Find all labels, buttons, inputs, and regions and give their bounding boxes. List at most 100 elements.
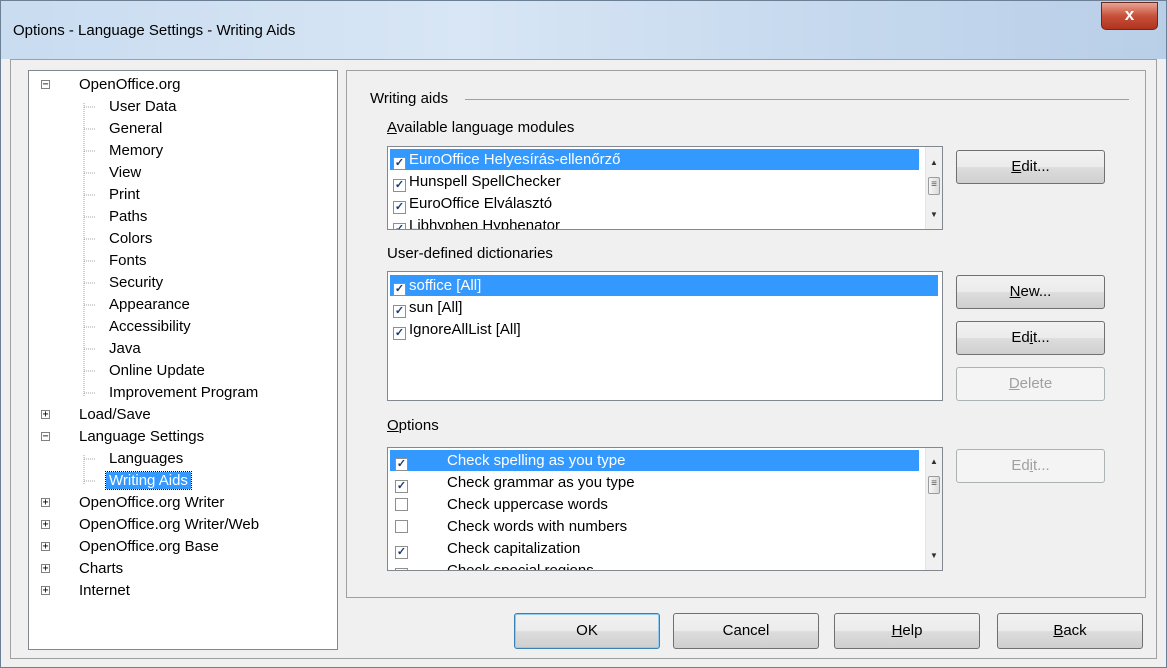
checkbox[interactable]: ✓ <box>393 179 406 192</box>
modules-label: Available language modules <box>387 119 575 136</box>
list-item[interactable]: Check uppercase words <box>390 494 608 515</box>
tree-item-label: Fonts <box>109 252 147 269</box>
expand-icon[interactable]: + <box>41 542 50 552</box>
new-dictionary-button[interactable]: New... <box>956 275 1105 309</box>
checkbox[interactable]: ✓ <box>395 458 408 471</box>
tree-item-user-data[interactable]: User Data <box>109 96 177 118</box>
tree-item-security[interactable]: Security <box>109 272 163 294</box>
list-item[interactable]: ✓Check special regions <box>390 560 594 570</box>
list-item[interactable]: ✓ soffice [All] <box>390 275 938 296</box>
checkbox[interactable]: ✓ <box>393 201 406 214</box>
tree-item-label: Security <box>109 274 164 291</box>
checkbox[interactable]: ✓ <box>393 305 406 318</box>
tree-item-memory[interactable]: Memory <box>109 140 163 162</box>
tree-item-label: Internet <box>79 582 130 599</box>
tree-item-appearance[interactable]: Appearance <box>109 294 190 316</box>
scroll-up-icon[interactable]: ▲ <box>926 155 942 171</box>
tree-item-label: Appearance <box>109 296 190 313</box>
tree-item-label: User Data <box>109 98 177 115</box>
scroll-up-icon[interactable]: ▲ <box>926 454 942 470</box>
checkbox[interactable]: ✓ <box>393 327 406 340</box>
expand-icon[interactable]: + <box>41 564 50 574</box>
expand-icon[interactable]: + <box>41 586 50 596</box>
ok-button[interactable]: OK <box>514 613 660 649</box>
delete-dictionary-button[interactable]: Delete <box>956 367 1105 401</box>
window-title: Options - Language Settings - Writing Ai… <box>13 22 296 39</box>
tree-item-label: OpenOffice.org Writer/Web <box>79 516 260 533</box>
options-scrollbar[interactable]: ▲ ≡ ▼ <box>925 448 942 570</box>
modules-edit-button[interactable]: Edit... <box>956 150 1105 184</box>
tree-item-accessibility[interactable]: Accessibility <box>109 316 191 338</box>
tree-item-languages[interactable]: Languages <box>109 448 183 470</box>
scroll-down-icon[interactable]: ▼ <box>926 548 942 564</box>
tree-item-label: Languages <box>109 450 184 467</box>
collapse-icon[interactable]: − <box>41 80 50 90</box>
checkbox[interactable] <box>395 520 408 533</box>
options-label: Options <box>387 417 439 434</box>
title-bar[interactable]: Options - Language Settings - Writing Ai… <box>1 1 1166 59</box>
tree-item-label: Writing Aids <box>105 471 192 490</box>
tree-item-java[interactable]: Java <box>109 338 141 360</box>
tree-item-general[interactable]: General <box>109 118 162 140</box>
edit-dictionary-button[interactable]: Edit... <box>956 321 1105 355</box>
checkbox[interactable] <box>395 498 408 511</box>
list-item[interactable]: ✓ Check grammar as you type <box>390 472 635 493</box>
list-item[interactable]: Check words with numbers <box>390 516 627 537</box>
list-item[interactable]: ✓ EuroOffice Elválasztó <box>390 193 552 214</box>
collapse-icon[interactable]: − <box>41 432 50 442</box>
tree-item-label: Improvement Program <box>109 384 259 401</box>
checkbox[interactable]: ✓ <box>395 480 408 493</box>
tree-item-label: Charts <box>79 560 124 577</box>
cancel-button[interactable]: Cancel <box>673 613 819 649</box>
tree-item-label: Online Update <box>109 362 205 379</box>
tree-item-writing-aids[interactable]: Writing Aids <box>105 470 192 492</box>
tree-item-online-update[interactable]: Online Update <box>109 360 205 382</box>
tree-item-view[interactable]: View <box>109 162 141 184</box>
help-button[interactable]: Help <box>834 613 980 649</box>
checkbox[interactable]: ✓ <box>395 568 408 570</box>
list-item[interactable]: ✓ Check spelling as you type <box>390 450 919 471</box>
dictionaries-list[interactable]: ✓ soffice [All] ✓ sun [All] ✓ IgnoreAllList… <box>387 271 943 401</box>
list-item[interactable]: ✓ sun [All] <box>390 297 462 318</box>
dictionaries-label: User-defined dictionaries <box>387 245 553 262</box>
checkbox[interactable]: ✓ <box>393 223 406 229</box>
tree-item-label: OpenOffice.org Writer <box>79 494 225 511</box>
tree-item-label: View <box>109 164 142 181</box>
tree-item-label: General <box>109 120 163 137</box>
tree-item-improvement-program[interactable]: Improvement Program <box>109 382 258 404</box>
modules-scrollbar[interactable]: ▲ ≡ ▼ <box>925 147 942 229</box>
tree-item-paths[interactable]: Paths <box>109 206 147 228</box>
list-item[interactable]: ✓ IgnoreAllList [All] <box>390 319 521 340</box>
list-item[interactable]: ✓ Check capitalization <box>390 538 580 559</box>
options-tree[interactable]: − OpenOffice.org User Data General Memory… <box>28 70 338 650</box>
expand-icon[interactable]: + <box>41 520 50 530</box>
scroll-down-icon[interactable]: ▼ <box>926 207 942 223</box>
tree-item-label: Language Settings <box>79 428 205 445</box>
tree-item-print[interactable]: Print <box>109 184 140 206</box>
checkbox[interactable]: ✓ <box>395 546 408 559</box>
group-divider <box>465 99 1129 100</box>
tree-item-label: Print <box>109 186 140 203</box>
tree-item-label: OpenOffice.org <box>79 76 181 93</box>
list-item[interactable]: ✓ Hunspell SpellChecker <box>390 171 561 192</box>
list-item[interactable]: ✓ Libhyphen Hyphenator <box>390 215 560 229</box>
tree-item-label: Colors <box>109 230 153 247</box>
options-dialog: Options - Language Settings - Writing Ai… <box>0 0 1167 668</box>
close-icon: x <box>1124 5 1135 24</box>
expand-icon[interactable]: + <box>41 410 50 420</box>
checkbox[interactable]: ✓ <box>393 283 406 296</box>
options-list[interactable]: ✓ Check spelling as you type ✓ Check gramm… <box>387 447 943 571</box>
scroll-thumb[interactable]: ≡ <box>928 476 940 494</box>
tree-item-colors[interactable]: Colors <box>109 228 152 250</box>
scroll-thumb[interactable]: ≡ <box>928 177 940 195</box>
tree-item-fonts[interactable]: Fonts <box>109 250 147 272</box>
close-button[interactable]: x <box>1101 2 1158 30</box>
expand-icon[interactable]: + <box>41 498 50 508</box>
tree-item-label: Paths <box>109 208 148 225</box>
list-item[interactable]: ✓ EuroOffice Helyesírás-ellenőrző <box>390 149 919 170</box>
modules-list[interactable]: ✓ EuroOffice Helyesírás-ellenőrző ✓ Hunspe… <box>387 146 943 230</box>
back-button[interactable]: Back <box>997 613 1143 649</box>
checkbox[interactable]: ✓ <box>393 157 406 170</box>
tree-item-label: Memory <box>109 142 164 159</box>
options-edit-button[interactable]: Edit... <box>956 449 1105 483</box>
